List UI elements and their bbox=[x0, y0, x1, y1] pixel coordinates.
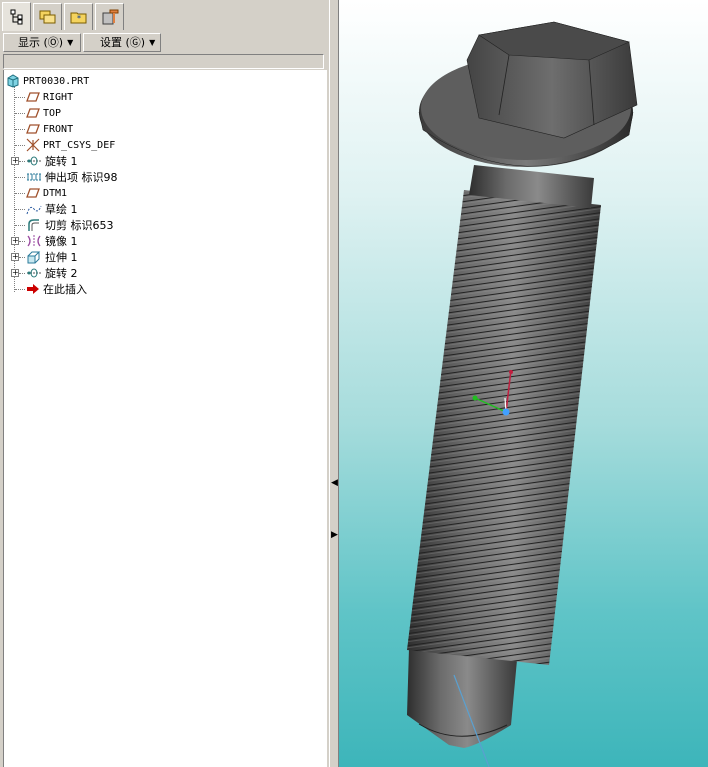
tree-item-revolve-2[interactable]: 旋转 2 bbox=[26, 265, 78, 281]
navigator-panel: * 显示 (Ⓞ) ▼ 设置 (Ⓖ) ▼ PRT0030.PRT RIGHT TO… bbox=[0, 0, 330, 767]
tree-item-mirror-1[interactable]: 镜像 1 bbox=[26, 233, 78, 249]
tree-connector bbox=[15, 177, 25, 178]
tree-connector bbox=[19, 241, 25, 242]
insert-here-icon bbox=[27, 284, 39, 294]
panel-splitter[interactable]: ◀ ▶ bbox=[329, 0, 339, 767]
tree-connector bbox=[15, 209, 25, 210]
extrude-icon bbox=[27, 251, 41, 264]
tree-root[interactable]: PRT0030.PRT bbox=[6, 73, 89, 89]
chevron-down-icon: ▼ bbox=[67, 38, 74, 47]
tree-item-right[interactable]: RIGHT bbox=[26, 89, 73, 105]
tree-connector bbox=[15, 225, 25, 226]
tree-connector bbox=[19, 273, 25, 274]
protrusion-icon bbox=[27, 173, 41, 181]
tree-item-extrude-1[interactable]: 拉伸 1 bbox=[26, 249, 78, 265]
tree-root-label: PRT0030.PRT bbox=[23, 75, 90, 87]
tab-folder-browser[interactable] bbox=[33, 3, 62, 30]
expand-icon[interactable]: + bbox=[11, 157, 19, 165]
favorites-icon: * bbox=[70, 12, 86, 24]
tree-item-dtm1[interactable]: DTM1 bbox=[26, 185, 67, 201]
tree-item-sketch-1[interactable]: 草绘 1 bbox=[26, 201, 78, 217]
tree-item-label: 拉伸 1 bbox=[45, 251, 78, 264]
tree-item-label: 伸出项 标识98 bbox=[45, 171, 118, 184]
tree-connector bbox=[19, 257, 25, 258]
revolve-icon bbox=[27, 156, 41, 166]
model-tree[interactable]: PRT0030.PRT RIGHT TOP FRONT PRT_CSYS_DEF… bbox=[3, 70, 327, 767]
bolt-model bbox=[407, 21, 638, 767]
tree-connector bbox=[19, 161, 25, 162]
tree-item-label: DTM1 bbox=[43, 187, 68, 199]
tree-item-cut[interactable]: 切剪 标识653 bbox=[26, 217, 114, 233]
model-tree-icon bbox=[10, 9, 22, 25]
connections-icon bbox=[102, 9, 118, 25]
filter-strip bbox=[3, 54, 324, 69]
tree-item-label: RIGHT bbox=[43, 91, 74, 103]
datum-plane-icon bbox=[26, 188, 40, 198]
mirror-icon bbox=[27, 235, 41, 247]
tree-item-top[interactable]: TOP bbox=[26, 105, 61, 121]
show-menu-label: 显示 (Ⓞ) bbox=[18, 36, 64, 49]
svg-text:*: * bbox=[77, 14, 81, 23]
chevron-down-icon: ▼ bbox=[149, 38, 156, 47]
navigator-tabs: * bbox=[2, 2, 126, 31]
threaded-shaft bbox=[407, 190, 601, 665]
tree-item-label: FRONT bbox=[43, 123, 74, 135]
tree-connector bbox=[15, 113, 25, 114]
tab-model-tree[interactable] bbox=[2, 2, 31, 31]
revolve-icon bbox=[27, 268, 41, 278]
show-menu-button[interactable]: 显示 (Ⓞ) ▼ bbox=[3, 33, 81, 52]
settings-menu-button[interactable]: 设置 (Ⓖ) ▼ bbox=[83, 33, 161, 52]
tree-item-front[interactable]: FRONT bbox=[26, 121, 73, 137]
tree-item-label: TOP bbox=[43, 107, 62, 119]
expand-icon[interactable]: + bbox=[11, 237, 19, 245]
datum-plane-icon bbox=[26, 124, 40, 134]
tree-item-protrusion[interactable]: 伸出项 标识98 bbox=[26, 169, 118, 185]
tree-item-label: PRT_CSYS_DEF bbox=[43, 139, 116, 151]
folder-browser-icon bbox=[39, 10, 55, 24]
tab-connections[interactable] bbox=[95, 3, 124, 30]
tree-connector bbox=[15, 129, 25, 130]
tree-item-insert-here[interactable]: 在此插入 bbox=[26, 281, 87, 297]
expand-icon[interactable]: + bbox=[11, 253, 19, 261]
tree-connector bbox=[15, 145, 25, 146]
tree-item-csys[interactable]: PRT_CSYS_DEF bbox=[26, 137, 115, 153]
csys-icon bbox=[26, 138, 40, 152]
tree-item-label: 旋转 2 bbox=[45, 267, 78, 280]
part-icon bbox=[7, 74, 19, 88]
tree-item-label: 草绘 1 bbox=[45, 203, 78, 216]
tree-item-label: 旋转 1 bbox=[45, 155, 78, 168]
tree-item-label: 切剪 标识653 bbox=[45, 219, 114, 232]
settings-menu-label: 设置 (Ⓖ) bbox=[100, 36, 146, 49]
tree-item-label: 在此插入 bbox=[43, 283, 87, 296]
tab-favorites[interactable]: * bbox=[64, 3, 93, 30]
sketch-icon bbox=[26, 205, 42, 215]
collapse-left-icon[interactable]: ◀ bbox=[331, 478, 338, 488]
navigator-toolbar: 显示 (Ⓞ) ▼ 设置 (Ⓖ) ▼ bbox=[0, 33, 329, 53]
tree-connector bbox=[15, 97, 25, 98]
tree-connector bbox=[14, 86, 15, 292]
tree-connector bbox=[15, 193, 25, 194]
datum-plane-icon bbox=[26, 92, 40, 102]
datum-plane-icon bbox=[26, 108, 40, 118]
cut-icon bbox=[28, 219, 39, 231]
tree-item-label: 镜像 1 bbox=[45, 235, 78, 248]
expand-right-icon[interactable]: ▶ bbox=[331, 530, 338, 540]
tree-item-revolve-1[interactable]: 旋转 1 bbox=[26, 153, 78, 169]
tree-connector bbox=[15, 289, 25, 290]
bolt-tip bbox=[407, 648, 517, 748]
expand-icon[interactable]: + bbox=[11, 269, 19, 277]
graphics-viewport[interactable] bbox=[339, 0, 708, 767]
